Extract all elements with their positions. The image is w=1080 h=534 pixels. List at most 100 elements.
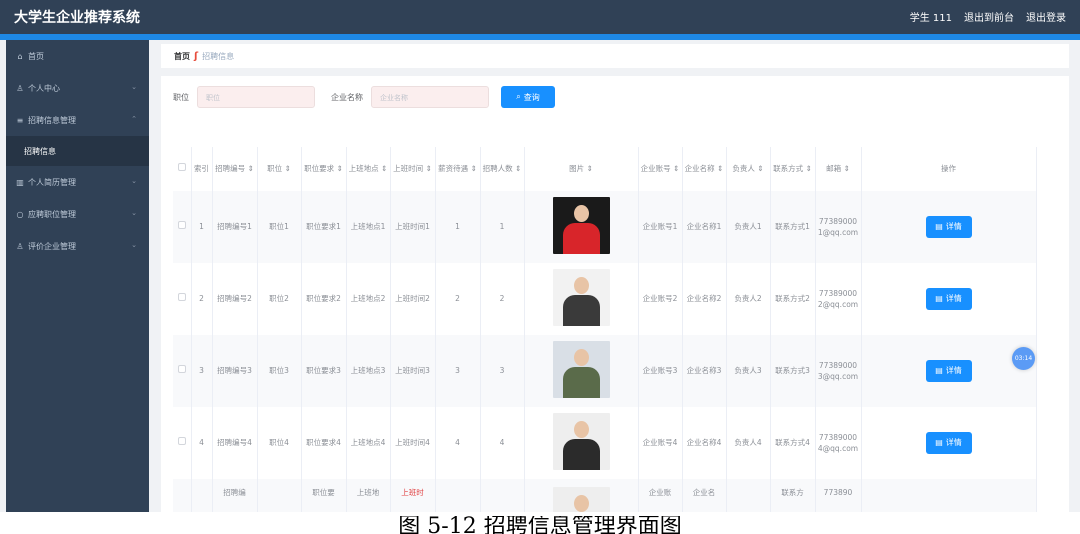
cell-requirement: 职位要 [301,479,347,512]
cell-index: 2 [191,263,213,335]
current-user[interactable]: 学生 111 [910,9,952,24]
cell-contact: 联系方式1 [770,191,816,263]
cell-action: ▤ 详情 [861,335,1037,407]
cell-leader: 负责人1 [726,191,771,263]
position-input[interactable]: 职位 [197,86,315,108]
table-row: 2 招聘编号2 职位2 职位要求2 上班地点2 上班时间2 2 2 企业账号2 … [173,263,1037,335]
cell-account: 企业账号3 [638,335,683,407]
detail-button[interactable]: ▤ 详情 [925,216,972,238]
list-icon: ≡ [16,115,24,125]
column-header[interactable]: 联系方式 ⇕ [770,147,816,191]
column-header[interactable]: 招聘人数 ⇕ [480,147,525,191]
cell-photo [524,335,639,407]
row-checkbox[interactable] [173,263,192,335]
cell-photo [524,479,639,512]
select-all-checkbox[interactable] [173,147,192,191]
column-header: 操作 [861,147,1037,191]
table-row: 4 招聘编号4 职位4 职位要求4 上班地点4 上班时间4 4 4 企业账号4 … [173,407,1037,479]
breadcrumb-home[interactable]: 首页 [174,51,190,62]
row-checkbox[interactable] [173,479,192,512]
cell-requirement: 职位要求4 [301,407,347,479]
document-icon: ▤ [935,294,943,303]
column-header[interactable]: 招聘编号 ⇕ [212,147,258,191]
column-header[interactable]: 上班地点 ⇕ [346,147,391,191]
cell-company: 企业名称2 [682,263,727,335]
column-header[interactable]: 企业名称 ⇕ [682,147,727,191]
person-photo [552,268,610,326]
cell-index [191,479,213,512]
sidebar: ⌂ 首页 ♙ 个人中心 ⌄ ≡ 招聘信息管理 ⌃ 招聘信息 ▥ 个人简历管理 ⌄… [6,40,149,512]
query-button[interactable]: ⌕ 查询 [501,86,555,108]
table-header-row: 索引 招聘编号 ⇕ 职位 ⇕ 职位要求 ⇕ 上班地点 ⇕ 上班时间 ⇕ 薪资待遇… [173,147,1037,191]
table-row: 3 招聘编号3 职位3 职位要求3 上班地点3 上班时间3 3 3 企业账号3 … [173,335,1037,407]
cell-count: 2 [480,263,525,335]
cell-account: 企业账号1 [638,191,683,263]
sidebar-item-label: 首页 [28,51,44,61]
cell-photo [524,263,639,335]
logout-link[interactable]: 退出登录 [1026,9,1066,24]
cell-recruit-no: 招聘编号4 [212,407,258,479]
cell-salary: 3 [435,335,481,407]
column-header[interactable]: 企业账号 ⇕ [638,147,683,191]
cell-recruit-no: 招聘编号2 [212,263,258,335]
cell-location: 上班地点3 [346,335,391,407]
main-panel: 职位 职位 企业名称 企业名称 ⌕ 查询 索引 招聘编号 ⇕ 职位 ⇕ 职位要求… [161,76,1069,512]
column-header[interactable]: 邮箱 ⇕ [815,147,862,191]
document-icon: ▤ [935,222,943,231]
sidebar-item-resume-management[interactable]: ▥ 个人简历管理 ⌄ [6,166,149,198]
cell-position: 职位4 [257,407,302,479]
cell-work-time: 上班时 [390,479,436,512]
cell-work-time: 上班时间2 [390,263,436,335]
cell-company: 企业名称3 [682,335,727,407]
cell-action: ▤ 详情 [861,191,1037,263]
cell-leader: 负责人2 [726,263,771,335]
column-header: 索引 [191,147,213,191]
row-checkbox[interactable] [173,191,192,263]
column-header[interactable]: 职位 ⇕ [257,147,302,191]
cell-salary: 1 [435,191,481,263]
cell-leader: 负责人4 [726,407,771,479]
cell-account: 企业账号4 [638,407,683,479]
detail-button-label: 详情 [945,366,962,375]
app-window: 大学生企业推荐系统 学生 111 退出到前台 退出登录 ⌂ 首页 ♙ 个人中心 … [0,0,1080,512]
cell-salary [435,479,481,512]
cell-company: 企业名称1 [682,191,727,263]
row-checkbox[interactable] [173,407,192,479]
sidebar-item-label: 个人简历管理 [28,177,76,187]
column-header[interactable]: 职位要求 ⇕ [301,147,347,191]
cell-requirement: 职位要求3 [301,335,347,407]
company-name-input[interactable]: 企业名称 [371,86,489,108]
sidebar-item-recruit-management[interactable]: ≡ 招聘信息管理 ⌃ [6,104,149,136]
cell-location: 上班地点4 [346,407,391,479]
cell-leader [726,479,771,512]
cell-index: 3 [191,335,213,407]
detail-button[interactable]: ▤ 详情 [925,288,972,310]
sidebar-item-label: 个人中心 [28,83,60,93]
cell-location: 上班地点1 [346,191,391,263]
column-header[interactable]: 图片 ⇕ [524,147,639,191]
cell-requirement: 职位要求2 [301,263,347,335]
column-header[interactable]: 上班时间 ⇕ [390,147,436,191]
company-label: 企业名称 [331,92,363,102]
sidebar-item-personal-center[interactable]: ♙ 个人中心 ⌄ [6,72,149,104]
cell-position: 职位3 [257,335,302,407]
recruit-table: 索引 招聘编号 ⇕ 职位 ⇕ 职位要求 ⇕ 上班地点 ⇕ 上班时间 ⇕ 薪资待遇… [173,147,1037,512]
cell-work-time: 上班时间4 [390,407,436,479]
sidebar-subitem-recruit-info[interactable]: 招聘信息 [6,136,149,166]
cell-requirement: 职位要求1 [301,191,347,263]
row-checkbox[interactable] [173,335,192,407]
sidebar-item-label: 招聘信息 [24,146,56,156]
detail-button-label: 详情 [945,222,962,231]
cell-work-time: 上班时间3 [390,335,436,407]
column-header[interactable]: 薪资待遇 ⇕ [435,147,481,191]
back-to-front-link[interactable]: 退出到前台 [964,9,1014,24]
document-icon: ▤ [935,366,943,375]
detail-button[interactable]: ▤ 详情 [925,360,972,382]
detail-button[interactable]: ▤ 详情 [925,432,972,454]
sidebar-item-home[interactable]: ⌂ 首页 [6,40,149,72]
floating-timer-badge[interactable]: 03:14 [1012,347,1035,370]
column-header[interactable]: 负责人 ⇕ [726,147,771,191]
sidebar-item-evaluation-management[interactable]: ♙ 评价企业管理 ⌄ [6,230,149,262]
sidebar-item-application-management[interactable]: ○ 应聘职位管理 ⌄ [6,198,149,230]
cell-photo [524,191,639,263]
